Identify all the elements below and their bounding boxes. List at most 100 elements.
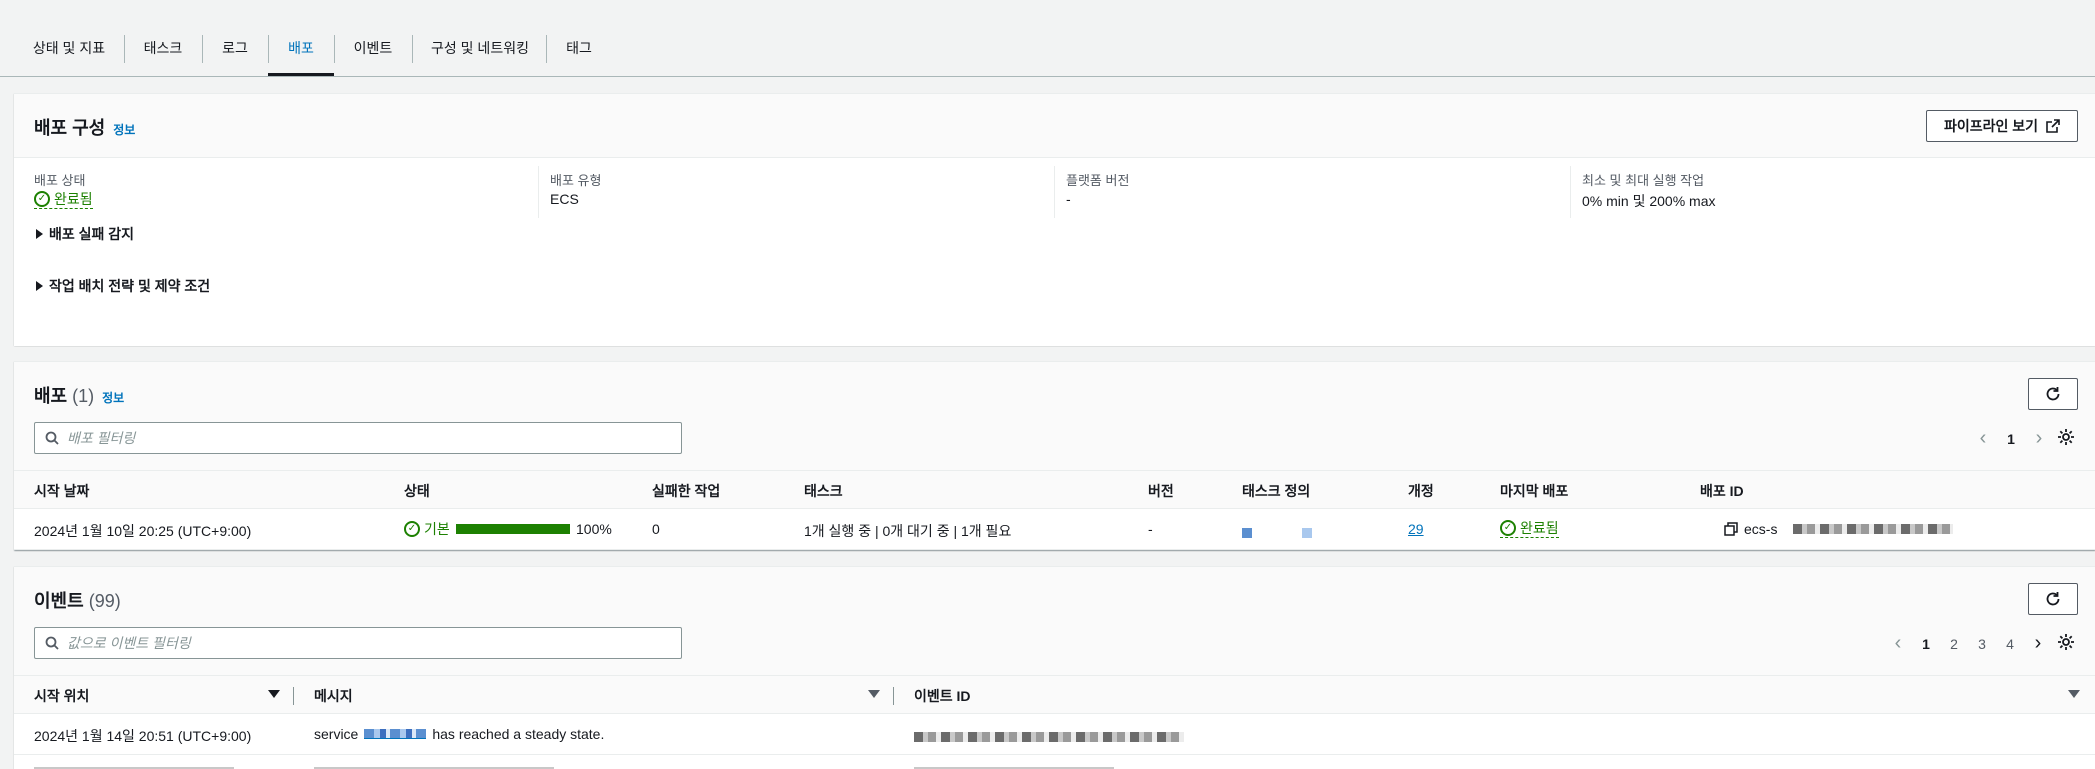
events-panel: 이벤트 (99) ‹ 1 2 3 4 › 시작 위치 메시지 이벤트 ID <box>14 566 2095 769</box>
caret-right-icon <box>36 281 43 291</box>
copy-icon[interactable] <box>1724 522 1738 536</box>
refresh-button[interactable] <box>2028 583 2078 615</box>
event-start: 2024년 1월 14일 20:51 (UTC+9:00) <box>34 728 252 744</box>
col-version[interactable]: 버전 <box>1148 481 1174 501</box>
page-2[interactable]: 2 <box>1940 636 1968 652</box>
table-row: 2024년 1월 10일 20:25 (UTC+9:00) ✓ 기본 100% … <box>14 509 2095 550</box>
events-title-text: 이벤트 <box>34 591 84 611</box>
task-definition-link-redacted[interactable] <box>1302 528 1312 538</box>
tab-divider <box>124 35 125 63</box>
deployments-filter-input[interactable] <box>67 430 647 446</box>
failure-detection-expander[interactable]: 배포 실패 감지 <box>36 224 134 244</box>
col-event-start[interactable]: 시작 위치 <box>34 686 89 706</box>
page-1[interactable]: 1 <box>1912 636 1940 652</box>
deployments-heading: 배포 (1) 정보 <box>34 382 124 408</box>
column-divider <box>538 166 539 218</box>
event-message-prefix: service <box>314 726 359 742</box>
col-revision[interactable]: 개정 <box>1408 481 1434 501</box>
col-failed-tasks[interactable]: 실패한 작업 <box>652 481 720 501</box>
check-circle-icon: ✓ <box>1500 520 1516 536</box>
deployment-version: - <box>1148 521 1153 537</box>
tab-status-metrics[interactable]: 상태 및 지표 <box>20 26 118 74</box>
deploy-config-header: 배포 구성 정보 파이프라인 보기 <box>14 94 2095 158</box>
deploy-config-panel: 배포 구성 정보 파이프라인 보기 배포 상태 ✓ 완료됨 배포 유형 ECS … <box>14 93 2095 346</box>
placement-strategy-expander[interactable]: 작업 배치 전략 및 제약 조건 <box>36 276 210 296</box>
deployment-revision[interactable]: 29 <box>1408 521 1424 537</box>
deployment-id-redacted <box>1793 524 1954 534</box>
deploy-status-label: 배포 상태 <box>34 173 86 188</box>
platform-version-label: 플랫폼 버전 <box>1066 173 1130 188</box>
sort-icon[interactable] <box>2068 690 2080 698</box>
refresh-icon <box>2046 387 2060 401</box>
deployments-filter[interactable] <box>34 422 682 454</box>
deployment-progress-fill <box>456 524 570 534</box>
info-link[interactable]: 정보 <box>113 121 135 138</box>
deployment-status-badge: ✓ 기본 <box>404 519 450 539</box>
tab-events[interactable]: 이벤트 <box>340 26 406 74</box>
min-max-tasks-label: 최소 및 최대 실행 작업 <box>1582 173 1705 188</box>
deployments-table-header: 시작 날짜 상태 실패한 작업 태스크 버전 태스크 정의 개정 마지막 배포 … <box>14 470 2095 509</box>
failure-detection-label: 배포 실패 감지 <box>49 226 135 242</box>
service-link[interactable] <box>364 729 427 739</box>
events-header: 이벤트 (99) ‹ 1 2 3 4 › <box>14 567 2095 675</box>
last-deploy-badge[interactable]: ✓ 완료됨 <box>1500 519 1559 538</box>
tab-tags[interactable]: 태그 <box>552 26 606 74</box>
view-pipeline-button[interactable]: 파이프라인 보기 <box>1926 110 2078 142</box>
column-divider <box>1570 166 1571 218</box>
deployment-id-text: ecs-s <box>1744 521 1778 537</box>
task-definition-link[interactable] <box>1242 528 1252 538</box>
deploy-type-label: 배포 유형 <box>550 173 602 188</box>
events-filter[interactable] <box>34 627 682 659</box>
gear-icon[interactable] <box>2057 428 2075 449</box>
page-4[interactable]: 4 <box>1996 636 2024 652</box>
page-number[interactable]: 1 <box>1997 431 2025 447</box>
deploy-config-heading: 배포 구성 정보 <box>34 114 135 140</box>
chevron-left-icon[interactable]: ‹ <box>1969 427 1997 450</box>
chevron-right-icon[interactable]: › <box>2024 632 2052 655</box>
events-filter-input[interactable] <box>67 635 647 651</box>
info-link[interactable]: 정보 <box>102 389 124 406</box>
tab-deployments[interactable]: 배포 <box>268 26 334 74</box>
column-divider <box>1054 166 1055 218</box>
tab-bar: 상태 및 지표 태스크 로그 배포 이벤트 구성 및 네트워킹 태그 <box>0 0 2095 77</box>
column-resizer[interactable] <box>293 687 294 705</box>
min-max-tasks-value: 0% min 및 200% max <box>1582 193 1716 209</box>
col-deployment-id[interactable]: 배포 ID <box>1700 481 1744 501</box>
tab-divider <box>202 35 203 63</box>
event-id <box>914 729 1184 745</box>
col-event-id[interactable]: 이벤트 ID <box>914 686 971 706</box>
deploy-status-badge[interactable]: ✓ 완료됨 <box>34 190 93 209</box>
chevron-right-icon[interactable]: › <box>2025 427 2053 450</box>
tab-tasks[interactable]: 태스크 <box>130 26 196 74</box>
col-message[interactable]: 메시지 <box>314 686 353 706</box>
tab-logs[interactable]: 로그 <box>208 26 262 74</box>
revision-link[interactable]: 29 <box>1408 521 1424 537</box>
col-start-date[interactable]: 시작 날짜 <box>34 481 89 501</box>
platform-version-value: - <box>1066 191 1071 207</box>
deployment-id: ecs-s <box>1724 521 1954 537</box>
deploy-status-value: ✓ 완료됨 <box>34 190 93 209</box>
tab-divider <box>546 35 547 63</box>
active-tab-indicator <box>268 73 334 76</box>
deployments-pagination: ‹ 1 › <box>1969 427 2053 450</box>
external-link-icon <box>2046 119 2060 133</box>
view-pipeline-label: 파이프라인 보기 <box>1943 118 2039 134</box>
sort-icon[interactable] <box>868 690 880 698</box>
refresh-button[interactable] <box>2028 378 2078 410</box>
sort-desc-icon[interactable] <box>268 690 280 698</box>
tab-config-networking[interactable]: 구성 및 네트워킹 <box>418 26 542 74</box>
column-resizer[interactable] <box>893 687 894 705</box>
events-title: 이벤트 (99) <box>34 591 121 611</box>
col-task-definition[interactable]: 태스크 정의 <box>1242 481 1310 501</box>
col-status[interactable]: 상태 <box>404 481 430 501</box>
chevron-left-icon[interactable]: ‹ <box>1884 632 1912 655</box>
deployments-count: (1) <box>72 386 95 406</box>
deployments-title-text: 배포 <box>34 386 68 406</box>
search-icon <box>45 636 59 650</box>
gear-icon[interactable] <box>2057 633 2075 654</box>
page-3[interactable]: 3 <box>1968 636 1996 652</box>
col-tasks[interactable]: 태스크 <box>804 481 843 501</box>
col-last-deployment[interactable]: 마지막 배포 <box>1500 481 1568 501</box>
deployment-last-deploy: ✓ 완료됨 <box>1500 519 1559 538</box>
refresh-icon <box>2046 592 2060 606</box>
